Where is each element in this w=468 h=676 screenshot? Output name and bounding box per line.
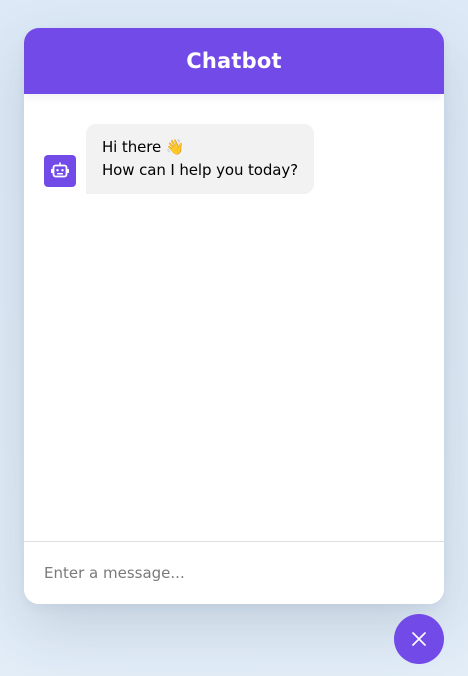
message-bubble: Hi there 👋 How can I help you today? [86, 124, 315, 194]
chatbot-toggle-button[interactable] [394, 614, 444, 664]
close-icon [412, 632, 426, 646]
message-line: How can I help you today? [102, 161, 299, 179]
chatbot-window: Chatbot Hi there 👋 How can I help you to… [24, 28, 444, 604]
robot-icon [44, 155, 76, 187]
message-input[interactable] [24, 562, 444, 584]
chatbox[interactable]: Hi there 👋 How can I help you today? [24, 94, 444, 542]
message-line: Hi there 👋 [102, 138, 185, 156]
chat-header: Chatbot [24, 28, 444, 94]
chat-input-bar [24, 541, 444, 604]
chat-message-incoming: Hi there 👋 How can I help you today? [44, 124, 424, 194]
chat-title: Chatbot [186, 49, 282, 73]
